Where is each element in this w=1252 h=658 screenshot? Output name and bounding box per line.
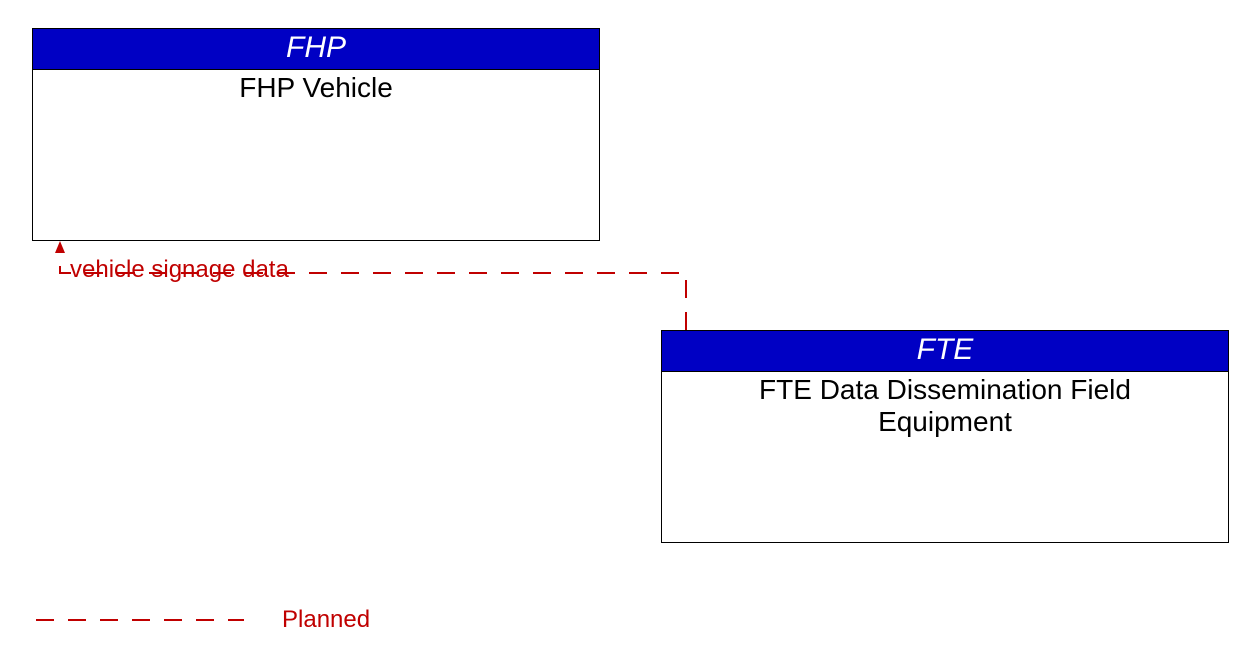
- entity-box-fhp-vehicle: FHP FHP Vehicle: [32, 28, 600, 241]
- flow-arrowhead-icon: [55, 241, 65, 253]
- entity-box-fte-equipment: FTE FTE Data Dissemination Field Equipme…: [661, 330, 1229, 543]
- entity-body-line2: Equipment: [878, 406, 1012, 437]
- entity-body-fte-equipment: FTE Data Dissemination Field Equipment: [662, 372, 1228, 438]
- entity-header-fhp: FHP: [33, 29, 599, 70]
- entity-header-fte: FTE: [662, 331, 1228, 372]
- entity-body-line1: FTE Data Dissemination Field: [759, 374, 1131, 405]
- legend-label: Planned: [282, 606, 370, 634]
- entity-body-fhp-vehicle: FHP Vehicle: [33, 70, 599, 104]
- flow-label: vehicle signage data: [70, 256, 289, 284]
